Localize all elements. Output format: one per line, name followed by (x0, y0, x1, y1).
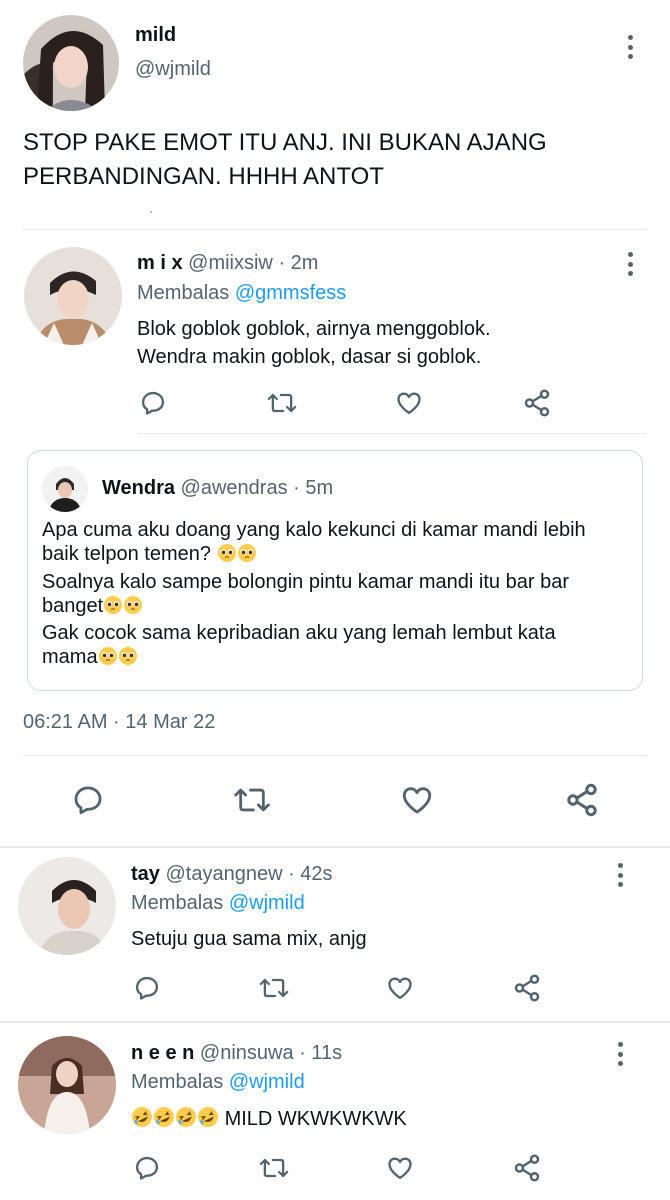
tweet-time[interactable]: · 42s (288, 863, 332, 885)
rolling-laughing-emoji (175, 1106, 197, 1134)
author-name[interactable]: n e e n (131, 1042, 194, 1064)
replying-to-link[interactable]: @wjmild (229, 1071, 305, 1093)
tweet-text: Setuju gua sama mix, anjg (131, 928, 367, 950)
avatar[interactable] (23, 15, 119, 111)
divider (23, 755, 647, 756)
speech-bubble-icon (74, 786, 102, 815)
share-button[interactable] (562, 780, 602, 820)
like-button[interactable] (384, 972, 416, 1004)
more-options-icon[interactable] (610, 1040, 630, 1068)
author-handle[interactable]: @awendras (181, 477, 288, 499)
share-icon (514, 974, 540, 1002)
retweet-icon (259, 978, 289, 998)
retweet-icon (267, 393, 297, 413)
divider (0, 846, 670, 848)
rolling-laughing-emoji (153, 1106, 175, 1134)
retweet-button[interactable] (230, 781, 274, 819)
share-icon (567, 783, 597, 817)
reply-header: n e e n @ninsuwa · 11s (131, 1042, 342, 1065)
replying-to-link[interactable]: @wjmild (229, 892, 305, 914)
reply-button[interactable] (131, 972, 163, 1004)
share-icon (524, 389, 550, 417)
author-name[interactable]: mild (135, 24, 176, 47)
share-button[interactable] (510, 971, 544, 1005)
divider (137, 433, 647, 434)
reply-header: tay @tayangnew · 42s (131, 863, 333, 886)
avatar[interactable] (18, 1036, 116, 1134)
quoted-header: Wendra @awendras · 5m (102, 477, 333, 500)
retweet-button[interactable] (256, 1152, 292, 1184)
like-button[interactable] (384, 1152, 416, 1184)
avatar[interactable] (24, 247, 122, 345)
replying-to: Membalas @wjmild (131, 1071, 305, 1093)
heart-icon (397, 392, 421, 415)
reply-button[interactable] (131, 1152, 163, 1184)
tweet-text: Blok goblok goblok, airnya menggoblok. W… (137, 318, 491, 368)
tweet-time[interactable]: · 2m (278, 252, 318, 274)
share-button[interactable] (520, 386, 554, 420)
avatar[interactable] (42, 466, 88, 512)
speech-bubble-icon (141, 391, 165, 415)
tweet-timestamp[interactable]: 06:21 AM · 14 Mar 22 (23, 711, 215, 734)
more-options-icon[interactable] (610, 861, 630, 889)
tweet-time[interactable]: · 11s (299, 1042, 342, 1064)
like-button[interactable] (393, 387, 425, 419)
share-button[interactable] (510, 1151, 544, 1185)
retweet-icon (259, 1158, 289, 1178)
speech-bubble-icon (135, 1156, 159, 1180)
author-name[interactable]: Wendra (102, 477, 175, 499)
author-handle[interactable]: @wjmild (135, 58, 211, 81)
heart-icon (388, 977, 412, 1000)
rolling-laughing-emoji (131, 1106, 153, 1134)
heart-icon (388, 1157, 412, 1180)
reply-button[interactable] (137, 387, 169, 419)
more-options-icon[interactable] (620, 250, 640, 278)
author-name[interactable]: tay (131, 863, 160, 885)
avatar[interactable] (18, 857, 116, 955)
tweet-text: MILD WKWKWKWK (131, 1106, 407, 1134)
replying-to: Membalas @wjmild (131, 892, 305, 914)
author-handle[interactable]: @ninsuwa (200, 1042, 294, 1064)
retweet-button[interactable] (256, 972, 292, 1004)
author-handle[interactable]: @miixsiw (188, 252, 273, 274)
retweet-icon (234, 788, 270, 812)
heart-icon (402, 787, 432, 814)
pleading-face-emoji (103, 595, 123, 621)
pleading-face-emoji (118, 646, 138, 672)
replying-to-link[interactable]: @gmmsfess (235, 282, 346, 304)
author-handle[interactable]: @tayangnew (165, 863, 282, 885)
like-button[interactable] (398, 781, 436, 819)
tweet-text: STOP PAKE EMOT ITU ANJ. INI BUKAN AJANG … (23, 129, 547, 190)
retweet-button[interactable] (264, 387, 300, 419)
divider (23, 229, 647, 230)
divider (0, 1021, 670, 1023)
speech-bubble-icon (135, 976, 159, 1000)
pleading-face-emoji (98, 646, 118, 672)
tweet-time[interactable]: · 5m (293, 477, 333, 499)
quoted-tweet-text: Apa cuma aku doang yang kalo kekunci di … (42, 518, 632, 673)
author-name[interactable]: m i x (137, 252, 183, 274)
divider (150, 211, 152, 213)
pleading-face-emoji (123, 595, 143, 621)
rolling-laughing-emoji (197, 1106, 219, 1134)
reply-header: m i x @miixsiw · 2m (137, 252, 318, 275)
more-options-icon[interactable] (620, 33, 640, 61)
replying-to: Membalas @gmmsfess (137, 282, 347, 304)
share-icon (514, 1154, 540, 1182)
pleading-face-emoji (237, 543, 257, 569)
pleading-face-emoji (217, 543, 237, 569)
reply-button[interactable] (69, 781, 107, 819)
